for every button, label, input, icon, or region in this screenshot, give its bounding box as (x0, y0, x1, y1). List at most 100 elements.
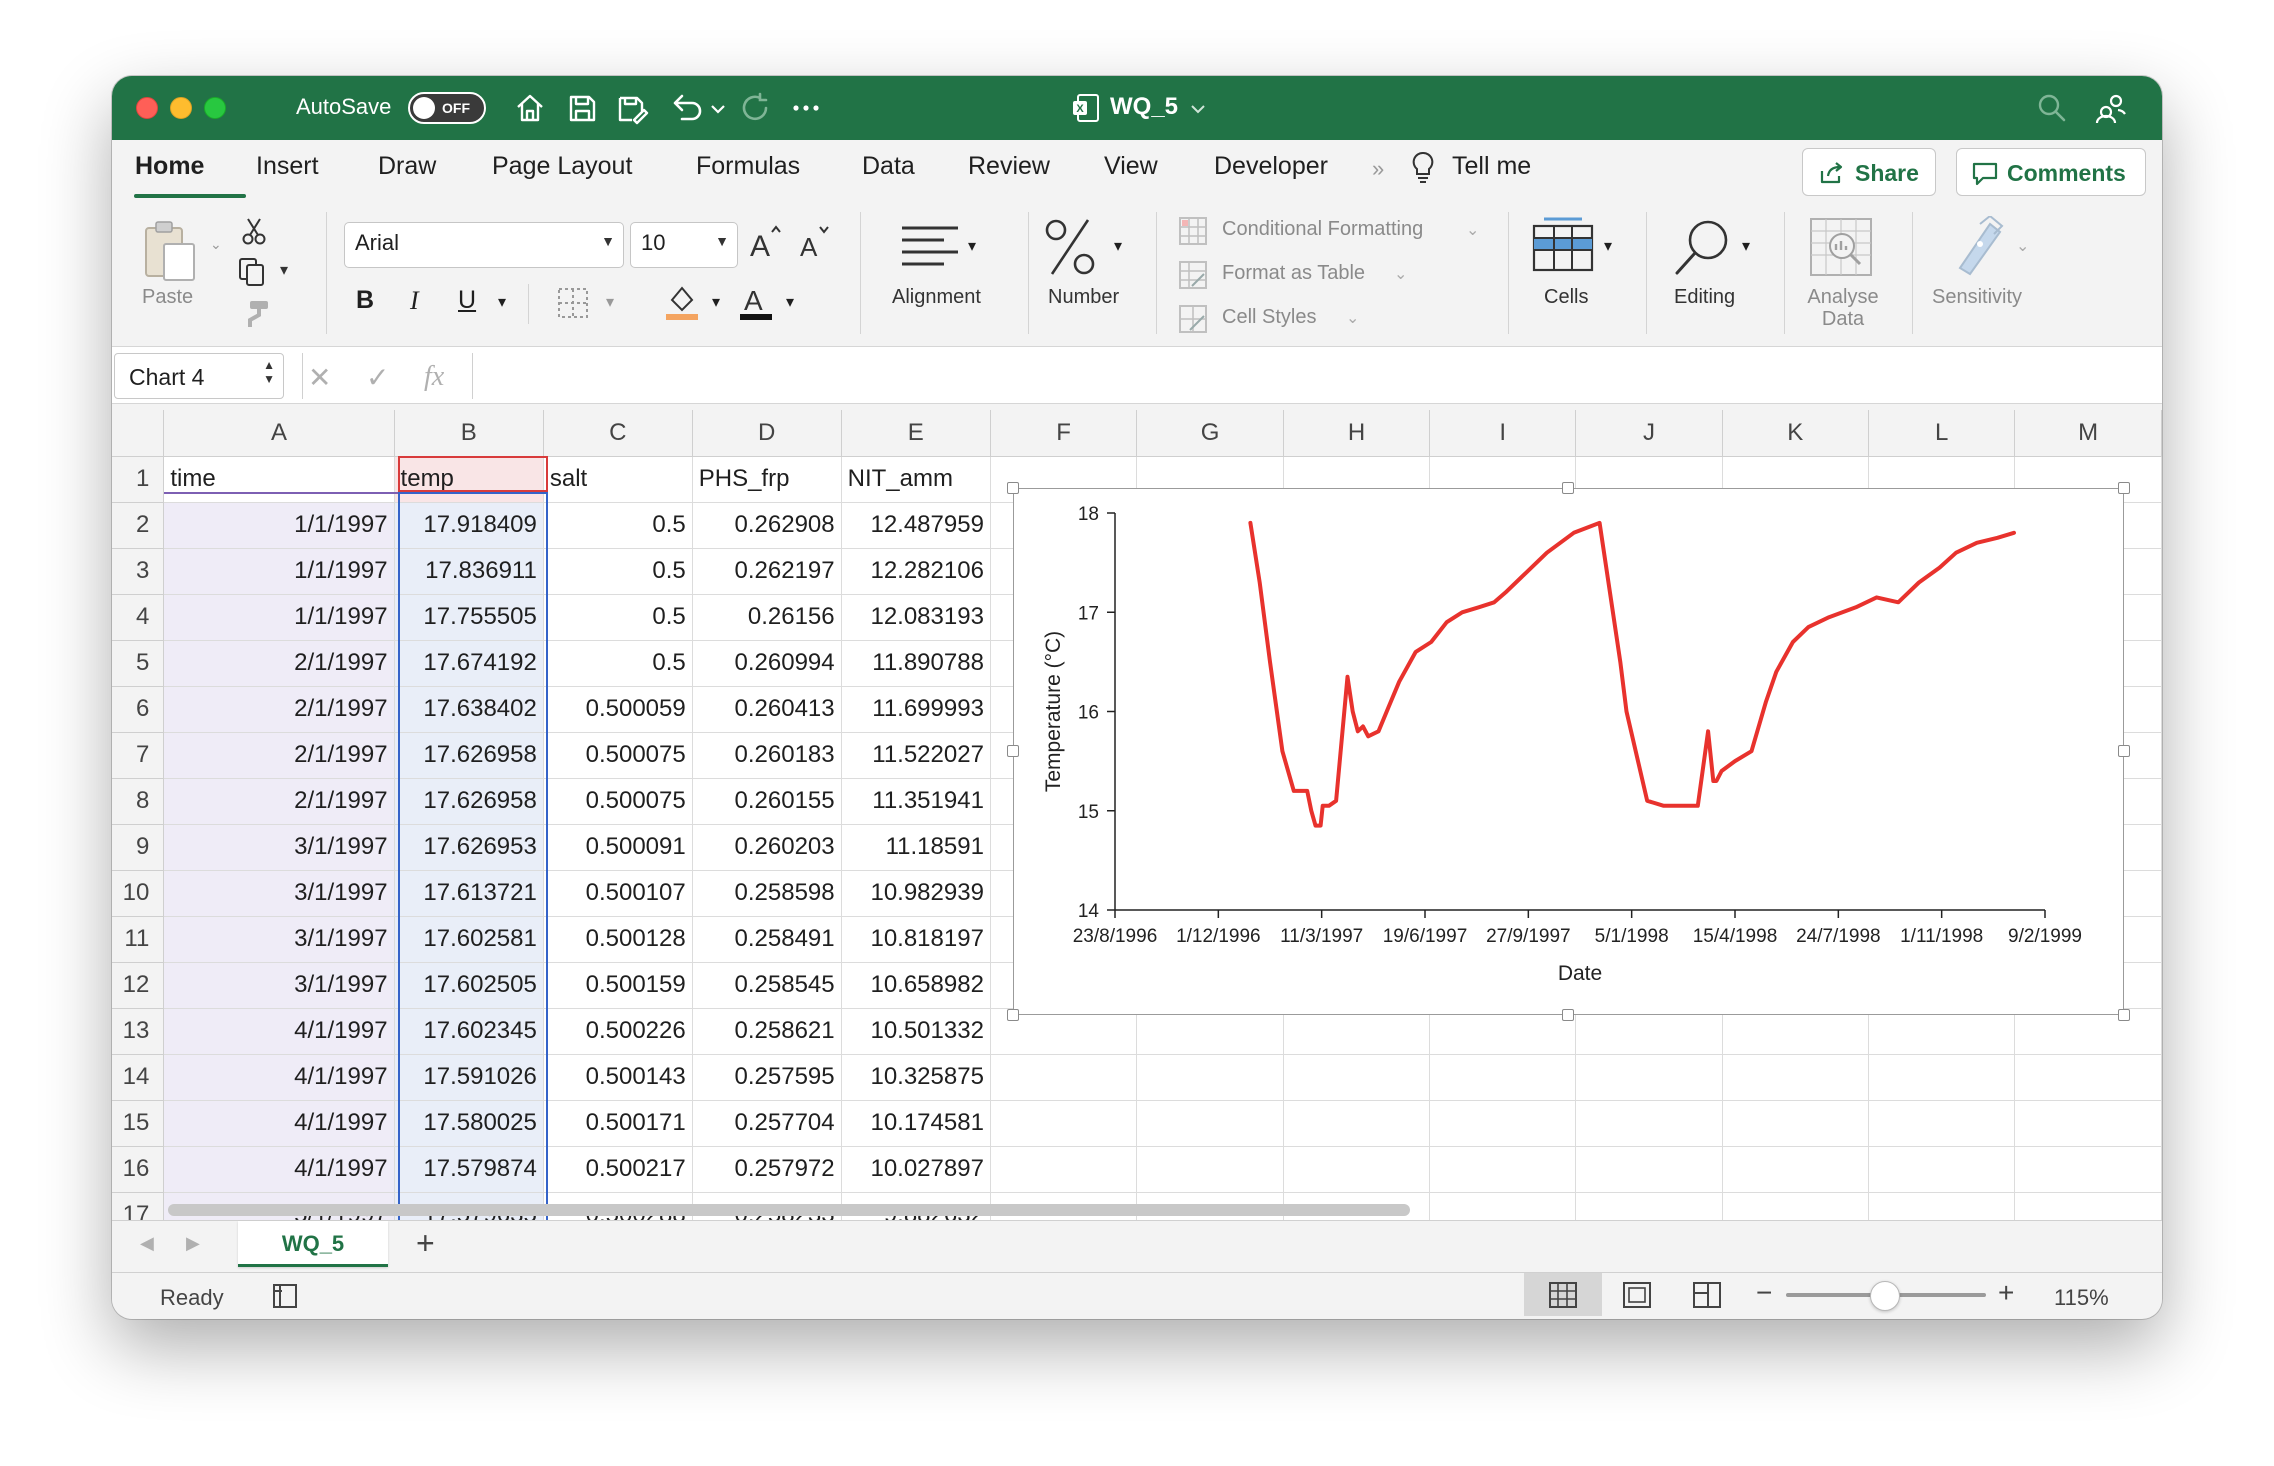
tab-data[interactable]: Data (862, 152, 915, 181)
row-header[interactable]: 15 (112, 1100, 165, 1147)
next-sheet-icon[interactable]: ▶ (186, 1233, 200, 1254)
cell[interactable]: 0.260994 (692, 640, 842, 687)
editing-search-icon[interactable] (1672, 216, 1734, 278)
cell[interactable]: 0.500091 (543, 824, 693, 871)
column-header[interactable]: A (163, 410, 395, 457)
cell[interactable]: 12.083193 (841, 594, 991, 641)
cell[interactable] (1429, 1054, 1577, 1101)
column-header[interactable]: H (1283, 410, 1431, 457)
percent-icon[interactable] (1042, 216, 1098, 278)
sheet-tab-wq5[interactable]: WQ_5 (238, 1221, 388, 1267)
row-header[interactable]: 6 (112, 686, 165, 733)
cell[interactable] (1722, 1100, 1870, 1147)
cell[interactable] (1868, 1054, 2016, 1101)
cell[interactable]: 0.5 (543, 594, 693, 641)
tab-draw[interactable]: Draw (378, 152, 436, 181)
row-header[interactable]: 11 (112, 916, 165, 963)
cell[interactable] (1868, 1146, 2016, 1193)
cell[interactable]: 0.500217 (543, 1146, 693, 1193)
cell[interactable] (1722, 1054, 1870, 1101)
column-header[interactable]: J (1575, 410, 1723, 457)
page-break-view-icon[interactable] (1692, 1281, 1722, 1309)
confirm-formula-icon[interactable]: ✓ (366, 361, 389, 394)
tab-developer[interactable]: Developer (1214, 152, 1328, 181)
column-header[interactable]: K (1722, 410, 1870, 457)
chart-resize-handle[interactable] (1007, 745, 1019, 757)
cells-icon[interactable] (1532, 216, 1594, 272)
chart-resize-handle[interactable] (2118, 745, 2130, 757)
font-color-icon[interactable]: A (738, 282, 774, 322)
cell[interactable]: 0.258621 (692, 1008, 842, 1055)
borders-chevron-down-icon[interactable]: ▾ (606, 292, 614, 312)
autosave-toggle[interactable]: OFF (408, 92, 486, 124)
cell[interactable]: 0.26156 (692, 594, 842, 641)
cell[interactable]: 11.890788 (841, 640, 991, 687)
zoom-slider-thumb[interactable] (1870, 1281, 1900, 1311)
cell[interactable]: 10.174581 (841, 1100, 991, 1147)
tab-page-layout[interactable]: Page Layout (492, 152, 632, 181)
chart-resize-handle[interactable] (1007, 482, 1019, 494)
cell[interactable]: 0.262908 (692, 502, 842, 549)
cell[interactable]: 0.500107 (543, 870, 693, 917)
conditional-formatting-icon[interactable] (1178, 216, 1208, 246)
cell[interactable] (1575, 1054, 1723, 1101)
font-name-select[interactable]: Arial ▼ (344, 222, 624, 268)
insert-function-icon[interactable]: fx (424, 361, 444, 393)
cell[interactable] (1722, 1146, 1870, 1193)
name-box-stepper-icon[interactable]: ▲ ▼ (263, 358, 275, 386)
cell[interactable]: 0.500226 (543, 1008, 693, 1055)
column-header[interactable]: I (1429, 410, 1577, 457)
title-chevron-down-icon[interactable] (1188, 90, 1208, 126)
row-header[interactable]: 7 (112, 732, 165, 779)
column-header[interactable]: C (543, 410, 693, 457)
cell[interactable]: 11.522027 (841, 732, 991, 779)
cell-styles-chevron-down-icon[interactable]: ⌄ (1346, 308, 1359, 328)
format-painter-icon[interactable] (240, 298, 272, 330)
row-header[interactable]: 13 (112, 1008, 165, 1055)
comments-button[interactable]: Comments (1956, 148, 2146, 196)
row-header[interactable]: 8 (112, 778, 165, 825)
search-icon[interactable] (2034, 90, 2070, 126)
column-header[interactable]: B (394, 410, 544, 457)
cell[interactable] (1575, 1146, 1723, 1193)
cell[interactable]: 10.818197 (841, 916, 991, 963)
column-header[interactable]: M (2014, 410, 2162, 457)
tell-me-search[interactable]: Tell me (1452, 152, 1531, 181)
minimize-window-button[interactable] (170, 97, 192, 119)
alignment-chevron-down-icon[interactable]: ▾ (968, 236, 976, 256)
cell[interactable]: 0.257972 (692, 1146, 842, 1193)
editing-chevron-down-icon[interactable]: ▾ (1742, 236, 1750, 256)
column-header[interactable]: L (1868, 410, 2016, 457)
cell[interactable]: 0.260183 (692, 732, 842, 779)
cell[interactable]: 12.282106 (841, 548, 991, 595)
more-icon[interactable] (788, 90, 824, 126)
cell[interactable] (990, 1146, 1138, 1193)
account-icon[interactable] (2092, 90, 2128, 126)
cell[interactable] (1136, 1146, 1284, 1193)
macro-record-icon[interactable] (270, 1281, 300, 1311)
cell[interactable]: 0.260203 (692, 824, 842, 871)
tab-insert[interactable]: Insert (256, 152, 319, 181)
chart-resize-handle[interactable] (1562, 482, 1574, 494)
undo-icon[interactable] (670, 90, 706, 126)
cut-icon[interactable] (240, 216, 268, 246)
cell[interactable]: 0.5 (543, 640, 693, 687)
underline-chevron-down-icon[interactable]: ▾ (498, 292, 506, 312)
cell[interactable]: 0.258491 (692, 916, 842, 963)
cell[interactable]: 0.500159 (543, 962, 693, 1009)
decrease-font-size-icon[interactable]: A (798, 222, 834, 262)
number-chevron-down-icon[interactable]: ▾ (1114, 236, 1122, 256)
cell[interactable]: 0.257704 (692, 1100, 842, 1147)
cell[interactable]: 0.500075 (543, 778, 693, 825)
cell[interactable]: 0.500171 (543, 1100, 693, 1147)
name-box[interactable]: Chart 4 ▲ ▼ (114, 353, 284, 399)
normal-view-button[interactable] (1524, 1273, 1602, 1316)
chart-resize-handle[interactable] (2118, 482, 2130, 494)
bold-icon[interactable]: B (356, 286, 374, 315)
cell[interactable] (2014, 1192, 2162, 1220)
cell[interactable]: 0.500143 (543, 1054, 693, 1101)
cell-styles-icon[interactable] (1178, 304, 1208, 334)
row-header[interactable]: 12 (112, 962, 165, 1009)
cell[interactable] (1722, 1192, 1870, 1220)
cell[interactable] (1575, 1100, 1723, 1147)
